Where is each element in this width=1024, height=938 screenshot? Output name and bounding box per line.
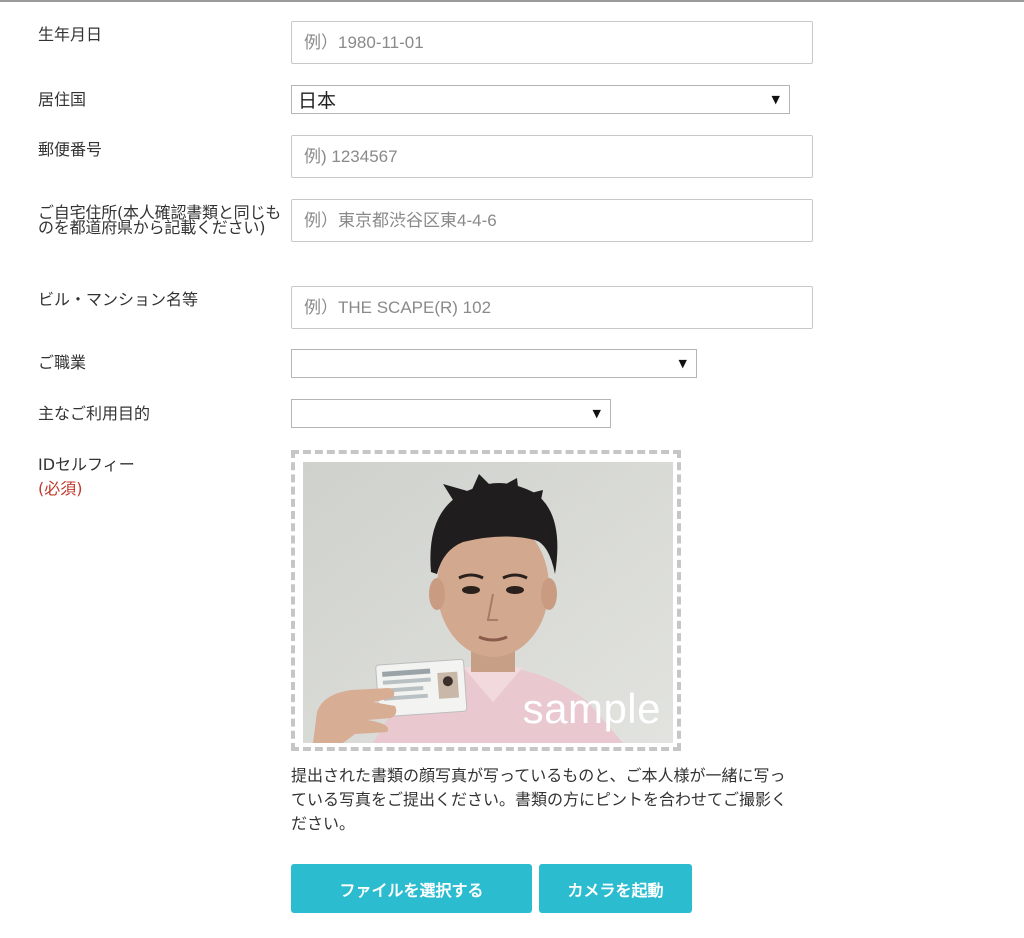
occupation-label: ご職業	[38, 353, 87, 372]
building-input[interactable]	[291, 286, 813, 329]
building-label: ビル・マンション名等	[38, 290, 199, 309]
country-select-value: 日本	[298, 90, 337, 112]
address-input[interactable]	[291, 199, 813, 242]
id-selfie-label-text: IDセルフィー	[38, 455, 135, 474]
purpose-select[interactable]: ▼	[291, 399, 611, 428]
registration-form: 生年月日 居住国 日本 ▼ 郵便番号 ご自宅住所(本人確認書類と同じものを都道府…	[0, 0, 1024, 938]
id-selfie-label: IDセルフィー (必須)	[38, 456, 135, 498]
country-select[interactable]: 日本 ▼	[291, 85, 790, 114]
postal-code-input[interactable]	[291, 135, 813, 178]
birthdate-input[interactable]	[291, 21, 813, 64]
dropdown-arrow-icon: ▼	[678, 357, 687, 370]
dropdown-arrow-icon: ▼	[771, 93, 780, 106]
required-marker: (必須)	[38, 479, 83, 498]
select-file-button[interactable]: ファイルを選択する	[291, 864, 532, 913]
start-camera-button[interactable]: カメラを起動	[539, 864, 692, 913]
occupation-select[interactable]: ▼	[291, 349, 697, 378]
postal-code-label: 郵便番号	[38, 140, 103, 159]
birthdate-label: 生年月日	[38, 25, 103, 44]
sample-selfie-image: sample	[303, 462, 673, 743]
purpose-label: 主なご利用目的	[38, 404, 151, 423]
country-label: 居住国	[38, 90, 87, 109]
dropdown-arrow-icon: ▼	[592, 407, 601, 420]
selfie-instructions: 提出された書類の顔写真が写っているものと、ご本人様が一緒に写っている写真をご提出…	[291, 766, 788, 833]
selfie-drop-zone[interactable]: sample	[291, 450, 681, 751]
sample-watermark: sample	[522, 685, 661, 732]
address-label: ご自宅住所(本人確認書類と同じものを都道府県から記載ください)	[38, 203, 282, 237]
